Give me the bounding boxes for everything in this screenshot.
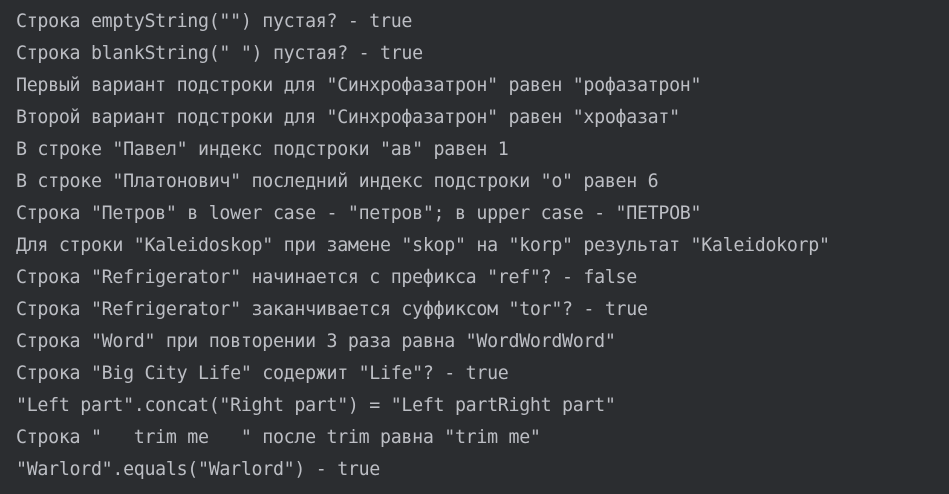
console-line: В строке "Павел" индекс подстроки "ав" р… [16,139,509,160]
console-line: Строка "Big City Life" содержит "Life"? … [16,363,509,384]
console-line: "Left part".concat("Right part") = "Left… [16,395,616,416]
console-lines: Строка emptyString("") пустая? - true Ст… [16,0,830,494]
console-line: Для строки "Kaleidoskop" при замене "sko… [16,235,830,256]
console-line: Строка blankString(" ") пустая? - true [16,43,423,64]
console-line: Строка "Word" при повторении 3 раза равн… [16,331,616,352]
console-output[interactable]: Строка emptyString("") пустая? - true Ст… [0,0,949,494]
console-line: Строка "Петров" в lower case - "петров";… [16,203,702,224]
console-line: Первый вариант подстроки для "Синхрофаза… [16,75,702,96]
console-line: Строка "Refrigerator" начинается с префи… [16,267,637,288]
console-line: В строке "Платонович" последний индекс п… [16,171,659,192]
console-line: Строка " trim me " после trim равна "tri… [16,427,541,448]
console-line: Строка emptyString("") пустая? - true [16,11,413,32]
console-line: "Warlord".equals("Warlord") - true [16,459,381,480]
console-line: Строка "Refrigerator" заканчивается суфф… [16,299,648,320]
console-line: Второй вариант подстроки для "Синхрофаза… [16,107,680,128]
